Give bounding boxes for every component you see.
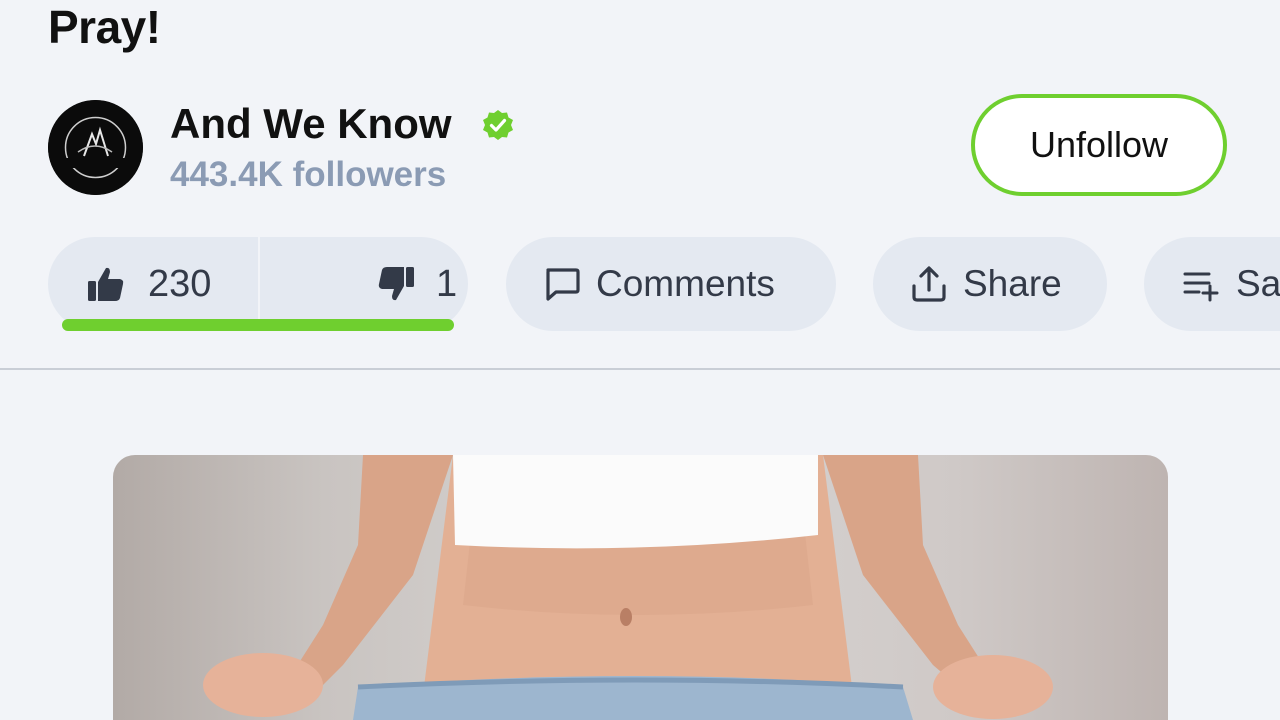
save-button[interactable]: Sa [1144, 237, 1280, 331]
like-count: 230 [148, 262, 212, 305]
thumbnail-image [203, 455, 1053, 720]
like-button[interactable]: 230 [48, 237, 258, 331]
like-ratio-bar [62, 319, 454, 331]
comments-label: Comments [596, 263, 775, 304]
share-button[interactable]: Share [873, 237, 1107, 331]
share-label: Share [963, 263, 1062, 304]
follower-count: 443.4K followers [170, 155, 447, 194]
thumbs-down-icon [376, 264, 416, 304]
channel-avatar[interactable] [48, 100, 143, 195]
thumbs-up-icon [86, 264, 126, 304]
verified-check-icon [481, 108, 515, 142]
section-divider [0, 368, 1280, 370]
comments-button[interactable]: Comments [506, 237, 836, 331]
video-thumbnail[interactable] [113, 455, 1168, 720]
dislike-button[interactable]: 1 [260, 237, 468, 331]
comment-icon [542, 264, 582, 304]
channel-logo [48, 100, 143, 195]
unfollow-button[interactable]: Unfollow [971, 94, 1227, 196]
video-title: Pray! [48, 1, 161, 53]
channel-name[interactable]: And We Know [170, 98, 452, 150]
dislike-count: 1 [436, 262, 458, 305]
save-label: Sa [1236, 263, 1280, 304]
share-icon [909, 264, 949, 304]
playlist-add-icon [1182, 264, 1222, 304]
vote-group: 230 1 [48, 237, 468, 331]
